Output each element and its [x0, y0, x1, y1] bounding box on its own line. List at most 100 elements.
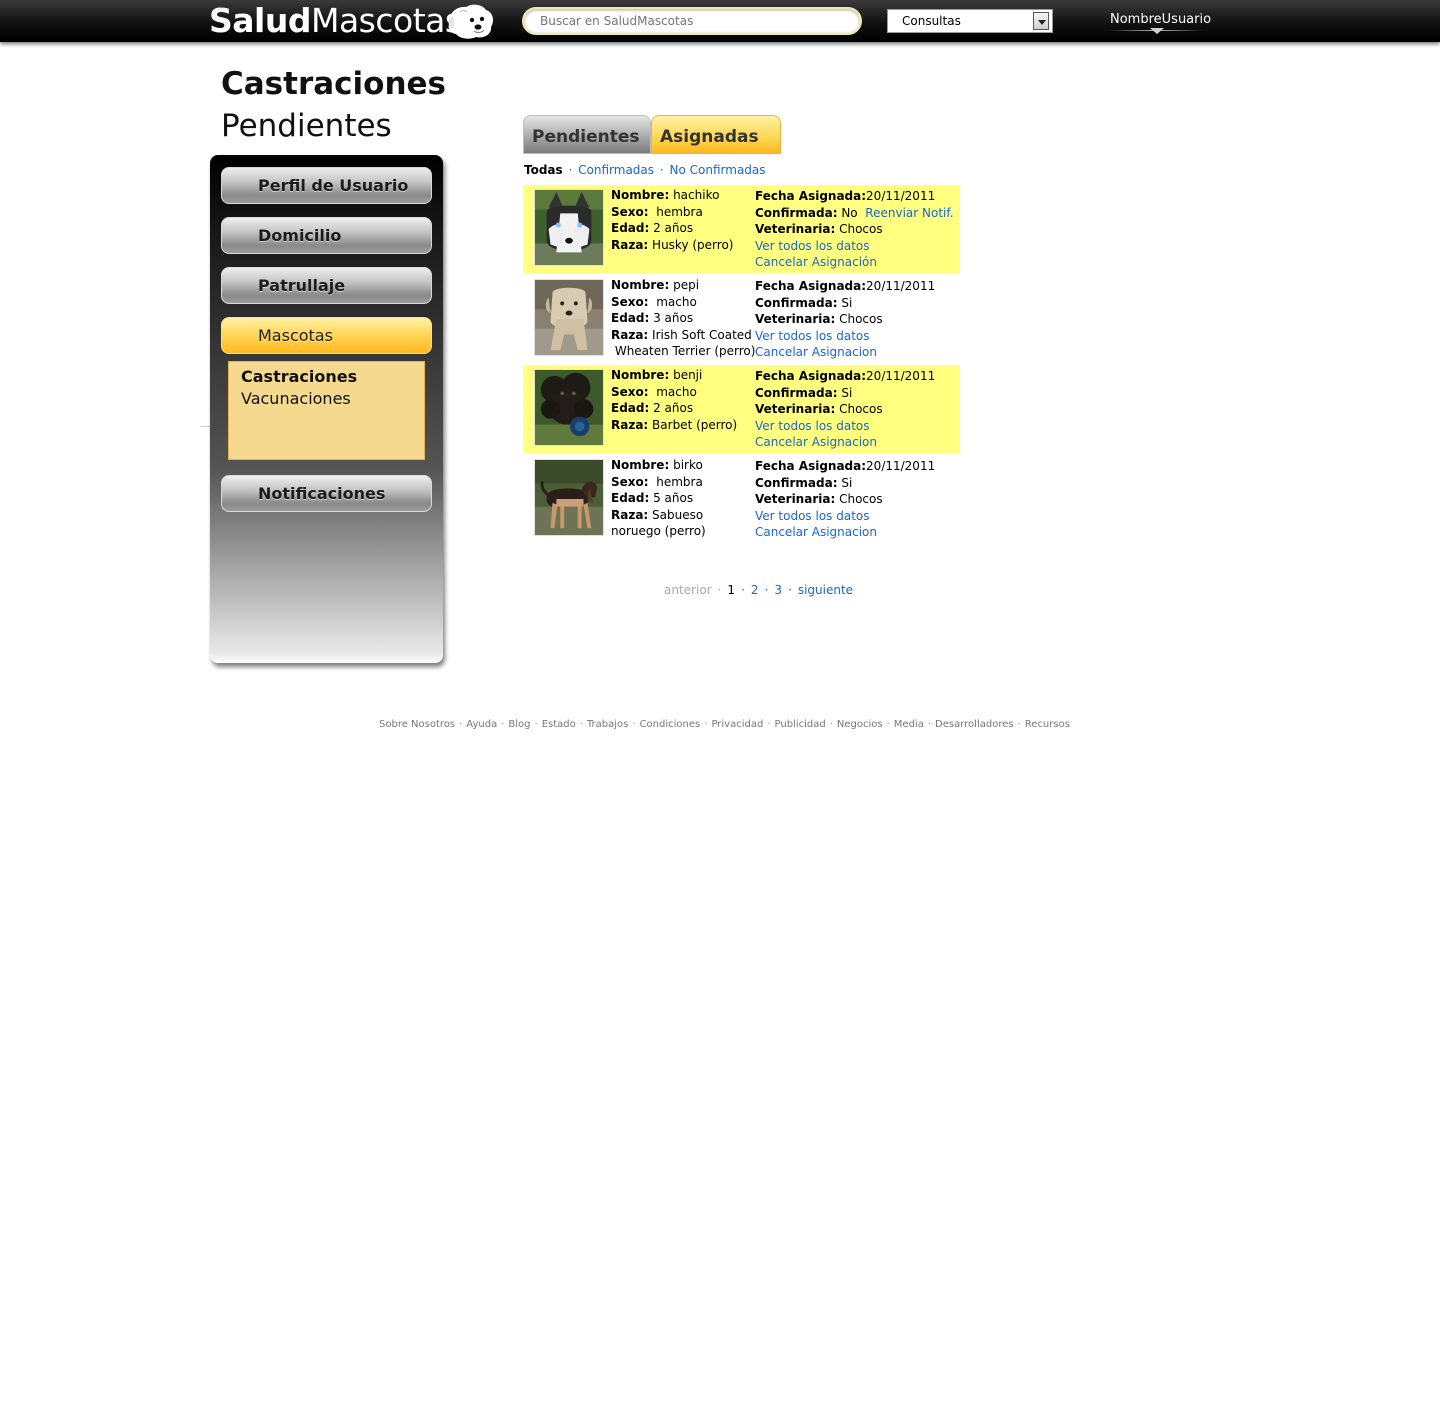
footer-separator: ·	[501, 719, 505, 730]
filter-todas[interactable]: Todas	[524, 163, 563, 177]
label-edad: Edad:	[611, 401, 650, 416]
assigned-date: 20/11/2011	[866, 369, 936, 383]
user-menu-chevron-icon[interactable]	[1150, 28, 1164, 34]
sidebar: Perfil de Usuario Domicilio Patrullaje M…	[210, 155, 443, 663]
confirmed-value: Si	[841, 295, 853, 310]
tab-pendientes[interactable]: Pendientes	[523, 115, 651, 154]
assigned-date: 20/11/2011	[866, 459, 936, 473]
label-sexo: Sexo:	[611, 384, 649, 399]
footer-link-condiciones[interactable]: Condiciones	[640, 719, 701, 730]
confirmed-value: Si	[841, 475, 853, 490]
pet-breed: Barbet (perro)	[652, 417, 738, 432]
footer-link-recursos[interactable]: Recursos	[1025, 719, 1070, 730]
search-category-select[interactable]: Consultas	[887, 9, 1053, 33]
footer-link-publicidad[interactable]: Publicidad	[775, 719, 826, 730]
vet-name: Chocos	[839, 222, 883, 237]
cancel-assignment-link[interactable]: Cancelar Asignación	[755, 254, 960, 271]
label-nombre: Nombre:	[611, 368, 670, 382]
label-sexo: Sexo:	[611, 294, 649, 309]
pagination-next[interactable]: siguiente	[798, 583, 853, 597]
pet-photo-birko	[534, 459, 604, 536]
label-confirmada: Confirmada:	[755, 295, 838, 310]
vet-name: Chocos	[839, 492, 883, 507]
page-subtitle: Pendientes	[221, 108, 392, 144]
pet-name: pepi	[673, 278, 700, 292]
pet-name: birko	[673, 458, 703, 472]
pagination: anterior · 1 · 2 · 3 · siguiente	[664, 582, 853, 598]
cancel-assignment-link[interactable]: Cancelar Asignacion	[755, 434, 960, 451]
pet-breed: Irish Soft Coated	[652, 327, 752, 342]
pet-info: Nombre: benji Sexo: macho Edad: 2 años R…	[611, 367, 753, 433]
pet-age: 5 años	[653, 491, 694, 506]
pagination-page-2[interactable]: 2	[751, 583, 759, 597]
select-value: Consultas	[902, 14, 961, 28]
label-confirmada: Confirmada:	[755, 475, 838, 490]
pagination-separator: ·	[741, 583, 745, 597]
sidebar-subitem-vacunaciones[interactable]: Vacunaciones	[241, 388, 424, 410]
pet-age: 2 años	[653, 401, 694, 416]
pet-name: benji	[673, 368, 703, 382]
label-sexo: Sexo:	[611, 474, 649, 489]
footer-separator: ·	[886, 719, 890, 730]
footer-link-blog[interactable]: Blog	[508, 719, 530, 730]
view-all-link[interactable]: Ver todos los datos	[755, 508, 960, 525]
search-input[interactable]	[522, 7, 862, 35]
sidebar-item-notificaciones[interactable]: Notificaciones	[221, 475, 432, 512]
pet-info: Nombre: pepi Sexo: macho Edad: 3 años Ra…	[611, 277, 755, 360]
chevron-down-icon[interactable]	[1033, 12, 1049, 30]
pet-age: 3 años	[653, 311, 694, 326]
filter-separator: ·	[568, 163, 573, 177]
pagination-page-1: 1	[727, 583, 736, 597]
label-fecha: Fecha Asignada:	[755, 369, 867, 383]
list-item: Nombre: hachiko Sexo: hembra Edad: 2 año…	[523, 185, 960, 273]
footer-link-sobre-nosotros[interactable]: Sobre Nosotros	[379, 719, 455, 730]
footer-link-desarrolladores[interactable]: Desarrolladores	[935, 719, 1014, 730]
footer: Sobre Nosotros · Ayuda · Blog · Estado · Trabajo…	[379, 719, 1070, 730]
sidebar-item-mascotas[interactable]: Mascotas	[221, 317, 432, 354]
resend-notification-link[interactable]: Reenviar Notif.	[865, 206, 953, 220]
footer-link-privacidad[interactable]: Privacidad	[711, 719, 763, 730]
label-confirmada: Confirmada:	[755, 385, 838, 400]
pet-sex: macho	[656, 384, 697, 399]
user-menu[interactable]: NombreUsuario	[1110, 12, 1211, 27]
footer-separator: ·	[459, 719, 463, 730]
footer-separator: ·	[632, 719, 636, 730]
label-fecha: Fecha Asignada:	[755, 459, 867, 473]
footer-link-ayuda[interactable]: Ayuda	[466, 719, 497, 730]
footer-link-negocios[interactable]: Negocios	[837, 719, 883, 730]
sidebar-item-perfil[interactable]: Perfil de Usuario	[221, 167, 432, 204]
site-logo[interactable]: SaludMascotas	[209, 1, 462, 41]
sidebar-subpanel: Castraciones Vacunaciones	[228, 361, 425, 460]
top-bar: SaludMascotas Consultas NombreUsuario	[0, 0, 1440, 42]
cancel-assignment-link[interactable]: Cancelar Asignacion	[755, 524, 960, 541]
assigned-date: 20/11/2011	[866, 189, 936, 203]
list-item: Nombre: birko Sexo: hembra Edad: 5 años …	[523, 455, 960, 543]
view-all-link[interactable]: Ver todos los datos	[755, 238, 960, 255]
pet-photo-hachiko	[534, 189, 604, 266]
label-nombre: Nombre:	[611, 188, 670, 202]
view-all-link[interactable]: Ver todos los datos	[755, 418, 960, 435]
footer-link-estado[interactable]: Estado	[542, 719, 576, 730]
sidebar-item-patrullaje[interactable]: Patrullaje	[221, 267, 432, 304]
pagination-prev: anterior	[664, 583, 712, 597]
filter-no-confirmadas[interactable]: No Confirmadas	[670, 163, 766, 177]
logo-light: Mascotas	[310, 1, 462, 40]
dog-logo-icon	[448, 4, 494, 39]
pet-photo-pepi	[534, 279, 604, 356]
vet-name: Chocos	[839, 312, 883, 327]
pagination-page-3[interactable]: 3	[774, 583, 782, 597]
label-fecha: Fecha Asignada:	[755, 279, 867, 293]
filter-separator: ·	[659, 163, 664, 177]
footer-link-media[interactable]: Media	[894, 719, 924, 730]
filter-confirmadas[interactable]: Confirmadas	[578, 163, 654, 177]
sidebar-item-domicilio[interactable]: Domicilio	[221, 217, 432, 254]
footer-separator: ·	[767, 719, 771, 730]
sidebar-subitem-castraciones[interactable]: Castraciones	[241, 366, 424, 388]
footer-link-trabajos[interactable]: Trabajos	[587, 719, 628, 730]
tab-asignadas[interactable]: Asignadas	[651, 115, 781, 154]
view-all-link[interactable]: Ver todos los datos	[755, 328, 960, 345]
label-veterinaria: Veterinaria:	[755, 312, 836, 327]
cancel-assignment-link[interactable]: Cancelar Asignacion	[755, 344, 960, 361]
filter-bar: Todas · Confirmadas · No Confirmadas	[524, 162, 766, 178]
footer-separator: ·	[534, 719, 538, 730]
